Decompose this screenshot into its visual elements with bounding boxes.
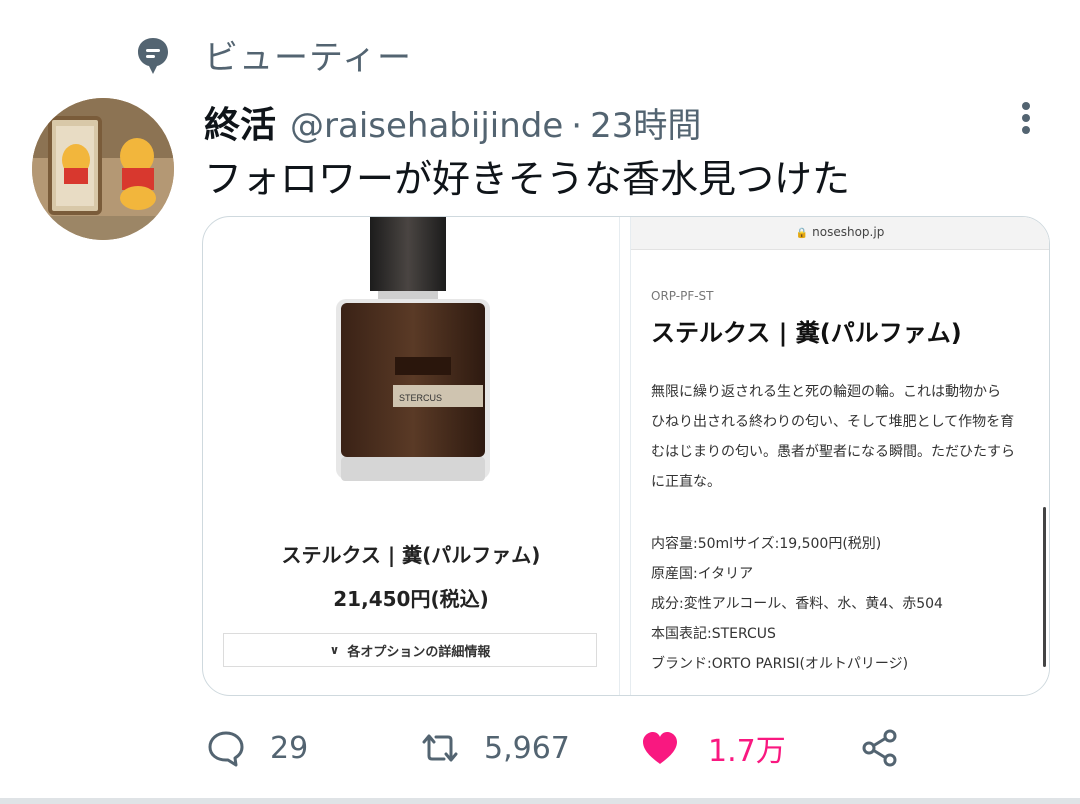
browser-url: 🔒 noseshop.jp [631,225,1049,239]
url-label: noseshop.jp [812,225,885,239]
spec-label: 本国表記:STERCUS [651,626,776,642]
tweet-time[interactable]: 23時間 [590,98,701,147]
product-image-left[interactable]: STERCUS ステルクス | 糞(パルファム) 21,450円(税込) ∨ 各… [203,217,619,695]
user-handle[interactable]: @raisehabijinde [290,106,563,146]
spec-origin: 原産国:イタリア [651,566,754,582]
chevron-down-icon: ∨ [329,643,340,657]
more-options-icon[interactable] [1018,100,1034,136]
tweet-media[interactable]: STERCUS ステルクス | 糞(パルファム) 21,450円(税込) ∨ 各… [202,216,1050,696]
retweet-count: 5,967 [484,730,570,766]
tweet-header: 終活 @raisehabijinde · 23時間 [204,96,701,146]
product-image-right[interactable]: 🔒 noseshop.jp ORP-PF-ST ステルクス | 糞(パルファム) … [631,217,1049,695]
description-line: 無限に繰り返される生と死の輪廻の輪。これは動物から [651,384,1001,400]
share-button[interactable] [860,726,900,770]
description-line: むはじまりの匂い。愚者が聖者になる瞬間。ただひたすら [651,444,1015,460]
display-name[interactable]: 終活 [204,96,276,148]
product-price: 21,450円(税込) [333,587,489,611]
heart-icon [643,732,677,764]
topic-label[interactable]: ビューティー [204,30,412,79]
separator-dot: · [571,106,583,146]
options-details-button[interactable]: ∨ 各オプションの詳細情報 [223,633,597,667]
product-sku: ORP-PF-ST [651,289,714,303]
scrollbar [1043,507,1046,667]
like-count: 1.7万 [708,734,786,769]
reply-icon [208,731,244,767]
description-line: に正直な。 [651,474,721,490]
description-line: ひねり出される終わりの匂い、そして堆肥として作物を育 [651,414,1015,430]
avatar[interactable] [32,98,174,240]
topic-bubble-icon [138,38,168,74]
tweet-text: フォロワーが好きそうな香水見つけた [204,157,851,201]
spec-ingredients: 成分:変性アルコール、香料、水、黄4、赤504 [651,596,943,612]
product-name-left: ステルクス | 糞(パルファム) [281,543,541,567]
bottle-label: STERCUS [399,393,442,403]
product-title: ステルクス | 糞(パルファム) [651,319,962,347]
spec-brand: ブランド:ORTO PARISI(オルトパリージ) [651,656,909,672]
share-icon [862,729,897,767]
spec-volume: 内容量:50mlサイズ:19,500円(税別) [651,536,882,552]
bottom-divider [0,798,1080,804]
retweet-button[interactable]: 5,967 [420,726,570,770]
lock-icon: 🔒 [795,228,809,239]
reply-button[interactable]: 29 [206,726,308,770]
perfume-bottle-image: STERCUS [336,217,490,481]
retweet-icon [422,734,458,762]
reply-count: 29 [270,730,309,766]
media-divider [619,217,631,695]
like-button[interactable]: 1.7万 [640,726,786,770]
product-description: 無限に繰り返される生と死の輪廻の輪。これは動物から ひねり出される終わりの匂い、… [651,377,1031,497]
options-details-label: 各オプションの詳細情報 [347,644,491,660]
